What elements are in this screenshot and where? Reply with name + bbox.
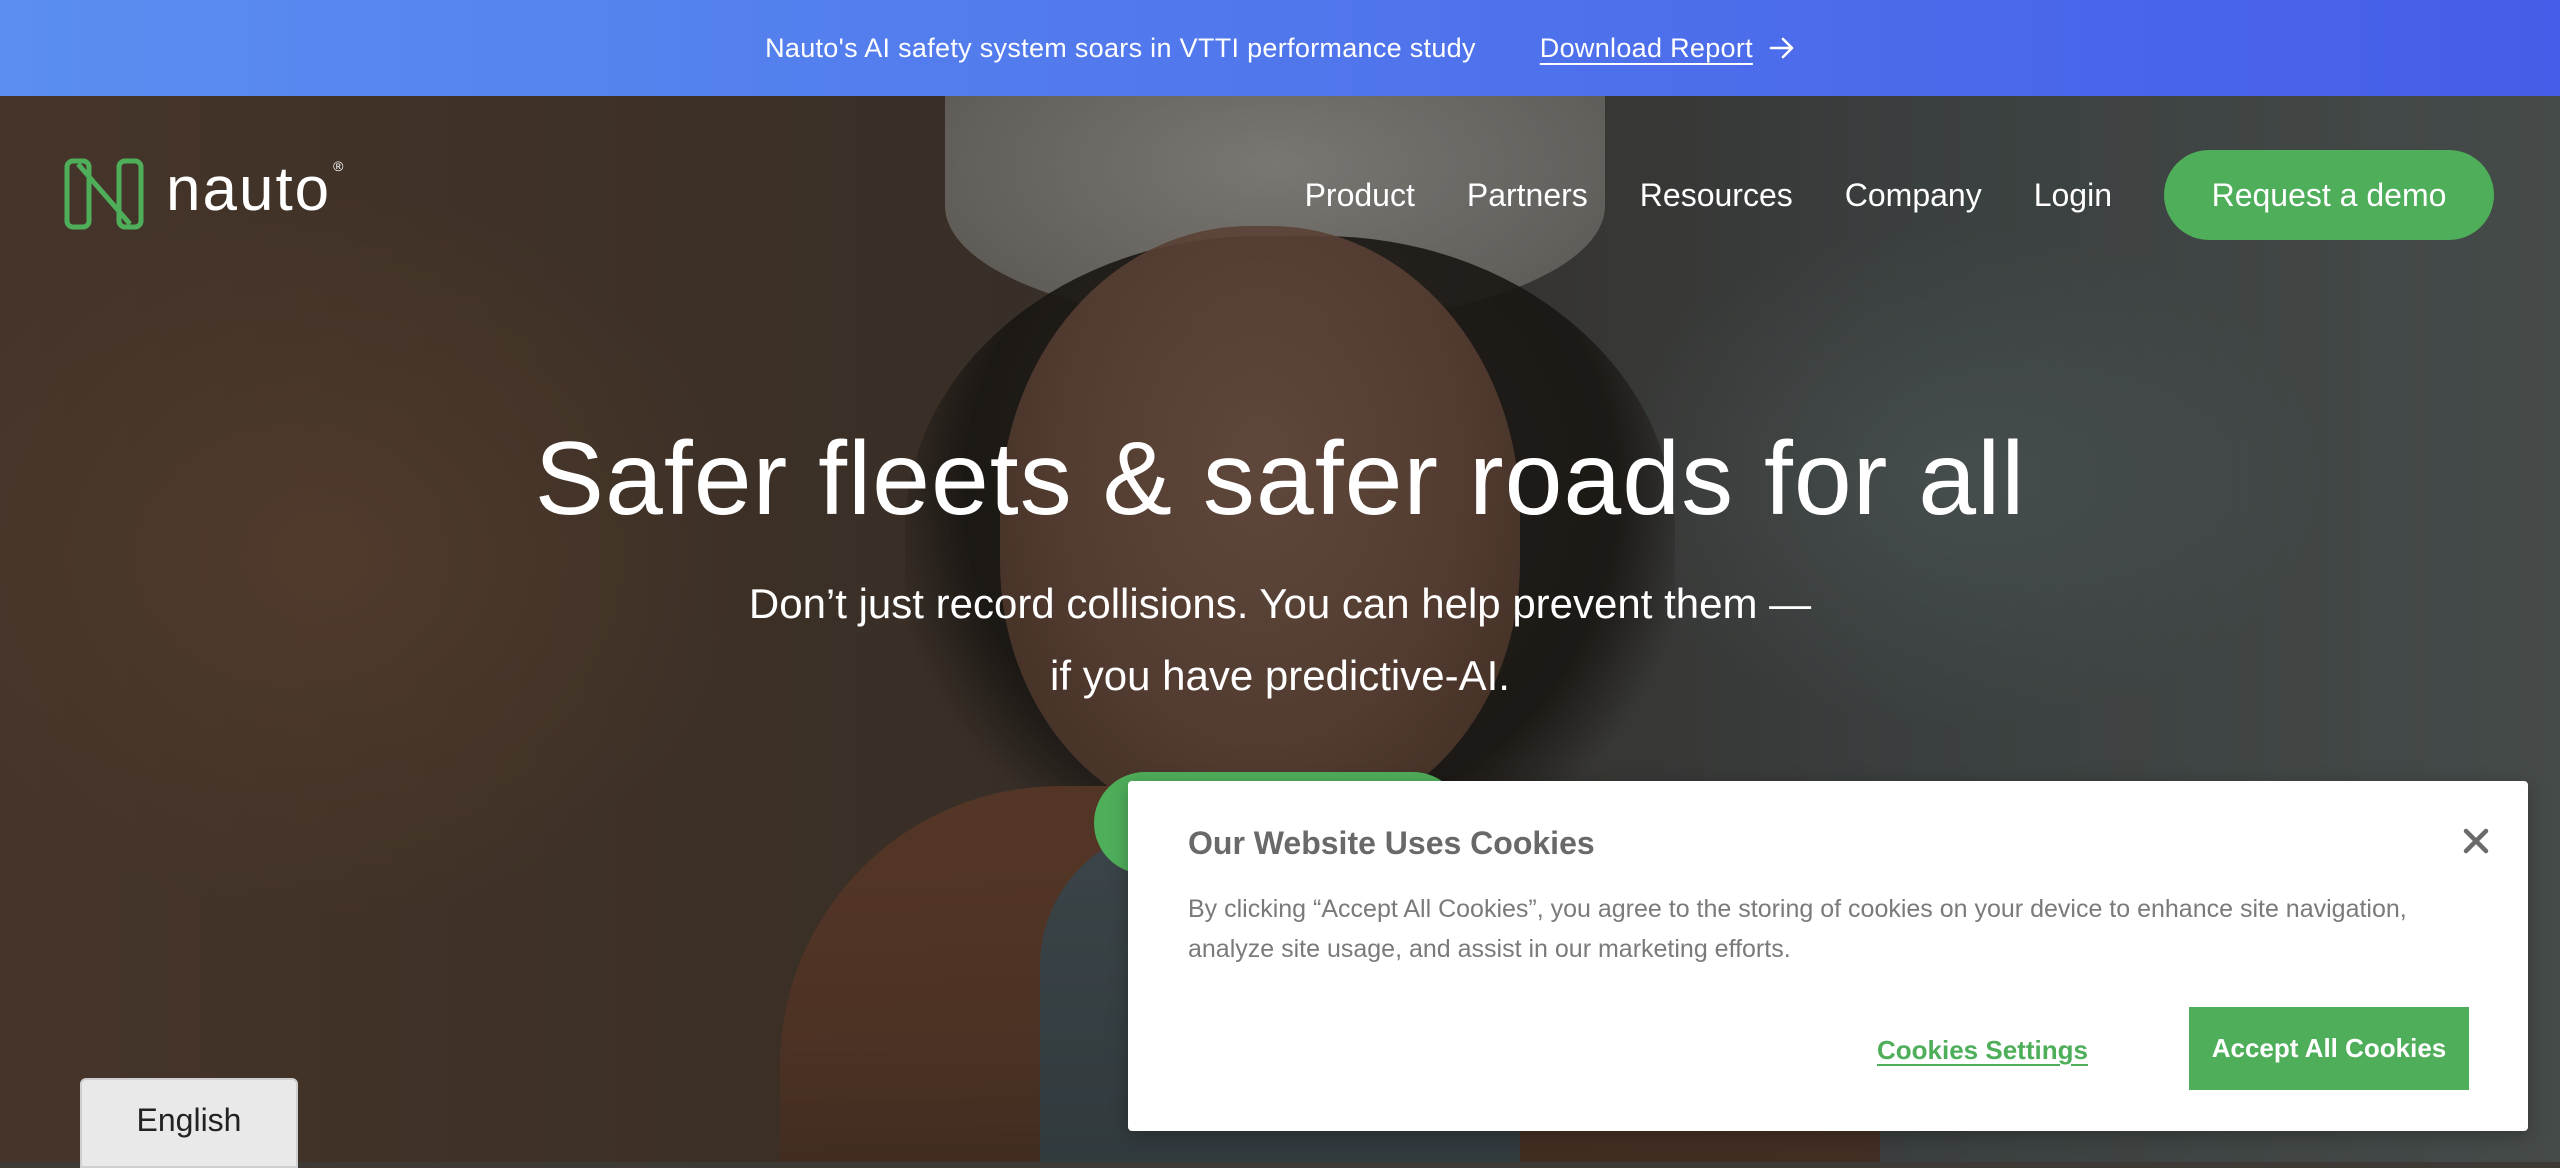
nav-item-company[interactable]: Company	[1845, 177, 1982, 214]
nav-item-partners[interactable]: Partners	[1467, 177, 1588, 214]
download-report-label: Download Report	[1539, 32, 1753, 63]
announcement-message: Nauto's AI safety system soars in VTTI p…	[765, 32, 1476, 63]
main-nav: nauto ® Product Partners Resources Compa…	[0, 96, 2560, 296]
nauto-logo[interactable]: nauto ®	[64, 158, 343, 230]
hero-title: Safer fleets & safer roads for all	[534, 421, 2026, 537]
cookie-banner-text: By clicking “Accept All Cookies”, you ag…	[1188, 895, 2407, 963]
language-selector-label: English	[136, 1102, 242, 1138]
logo-registered-mark: ®	[333, 158, 344, 174]
nav-item-resources[interactable]: Resources	[1640, 177, 1793, 214]
logo-wordmark: nauto	[166, 155, 332, 224]
nav-item-product[interactable]: Product	[1305, 177, 1415, 214]
request-demo-button[interactable]: Request a demo	[2164, 150, 2494, 240]
nav-item-login[interactable]: Login	[2034, 177, 2112, 214]
hero-subtitle: Don’t just record collisions. You can he…	[0, 568, 2560, 712]
language-selector[interactable]: English	[80, 1078, 298, 1168]
arrow-right-icon	[1769, 36, 1795, 60]
cookie-banner-title: Our Website Uses Cookies	[1188, 825, 1595, 861]
hero-subtitle-line-2: if you have predictive-AI.	[1050, 652, 1510, 699]
accept-all-cookies-button[interactable]: Accept All Cookies	[2189, 1007, 2469, 1090]
nauto-n-logo-icon	[64, 158, 144, 230]
hero-subtitle-line-1: Don’t just record collisions. You can he…	[748, 580, 1812, 627]
close-icon[interactable]	[2458, 823, 2494, 859]
download-report-link[interactable]: Download Report	[1540, 33, 1795, 64]
nav-menu: Product Partners Resources Company Login…	[1305, 150, 2494, 240]
cookie-banner: Our Website Uses Cookies By clicking “Ac…	[1128, 781, 2528, 1131]
announcement-bar: Nauto's AI safety system soars in VTTI p…	[0, 0, 2560, 96]
cookies-settings-link[interactable]: Cookies Settings	[1877, 1035, 2088, 1066]
